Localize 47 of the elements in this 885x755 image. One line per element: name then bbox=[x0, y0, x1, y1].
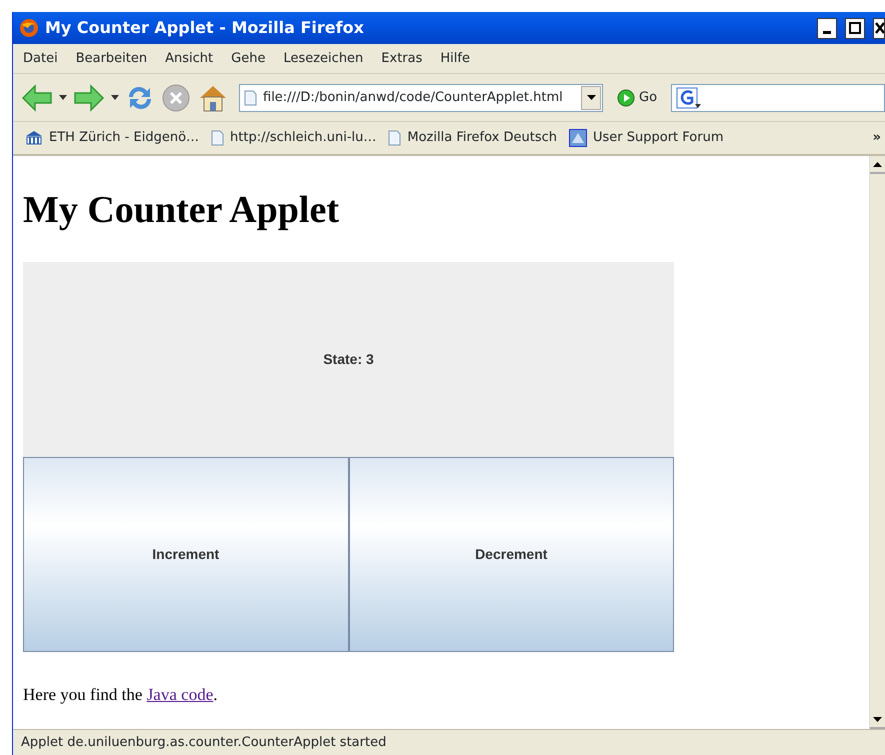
page-icon bbox=[244, 90, 257, 106]
back-arrow-icon[interactable] bbox=[21, 84, 53, 112]
go-icon[interactable] bbox=[617, 88, 635, 106]
increment-button[interactable]: Increment bbox=[23, 456, 348, 652]
java-code-link[interactable]: Java code bbox=[146, 684, 214, 704]
page-icon bbox=[388, 130, 402, 146]
caret-icon[interactable] bbox=[111, 94, 119, 100]
go-button[interactable]: Go bbox=[639, 88, 658, 108]
decrement-button[interactable]: Decrement bbox=[348, 456, 674, 652]
close-button[interactable] bbox=[873, 18, 885, 38]
bookmark-item[interactable]: Mozilla Firefox Deutsch bbox=[384, 128, 561, 148]
menu-item[interactable]: Ansicht bbox=[157, 48, 224, 68]
minimize-icon bbox=[823, 31, 831, 34]
window-title: My Counter Applet - Mozilla Firefox bbox=[45, 17, 365, 39]
page-heading: My Counter Applet bbox=[23, 188, 340, 233]
menu-item[interactable]: Hilfe bbox=[432, 48, 480, 68]
firefox-icon bbox=[19, 18, 39, 38]
maximize-icon bbox=[849, 22, 861, 34]
menu-item[interactable]: Datei bbox=[15, 48, 68, 68]
menu-item[interactable]: Lesezeichen bbox=[275, 48, 374, 68]
forward-arrow-icon[interactable] bbox=[73, 84, 105, 112]
address-bar[interactable]: file:///D:/bonin/anwd/code/CounterApplet.html bbox=[239, 84, 603, 112]
maximize-button[interactable] bbox=[845, 18, 865, 38]
down-arrow-icon bbox=[873, 716, 882, 722]
status-text: Applet de.uniluenburg.as.counter.CounterApplet started bbox=[21, 734, 386, 752]
minimize-button[interactable] bbox=[817, 18, 837, 38]
menu-item[interactable]: Bearbeiten bbox=[68, 48, 158, 68]
bookmark-item[interactable]: http://schleich.uni-lu… bbox=[207, 128, 380, 148]
caret-icon[interactable] bbox=[59, 94, 67, 100]
vertical-scrollbar[interactable] bbox=[869, 156, 885, 729]
search-engine-icon[interactable] bbox=[676, 86, 702, 108]
stop-icon[interactable] bbox=[161, 82, 191, 112]
bookmark-item[interactable]: User Support Forum bbox=[564, 128, 728, 148]
paragraph: Here you find the Java code. bbox=[23, 684, 218, 706]
up-arrow-icon bbox=[873, 162, 882, 166]
bookmarks-overflow-button[interactable]: » bbox=[872, 128, 881, 148]
caret-icon bbox=[586, 94, 596, 100]
menu-item[interactable]: Extras bbox=[373, 48, 432, 68]
forum-icon bbox=[568, 129, 587, 147]
bookmark-item[interactable]: ETH Zürich - Eidgenö… bbox=[21, 128, 204, 148]
menu-item[interactable]: Gehe bbox=[223, 48, 276, 68]
state-label: State: 3 bbox=[323, 350, 374, 369]
dropdown-button[interactable] bbox=[581, 86, 601, 110]
search-field[interactable] bbox=[671, 84, 885, 112]
building-icon bbox=[25, 130, 43, 146]
page-icon bbox=[211, 130, 224, 146]
close-icon bbox=[874, 22, 884, 34]
